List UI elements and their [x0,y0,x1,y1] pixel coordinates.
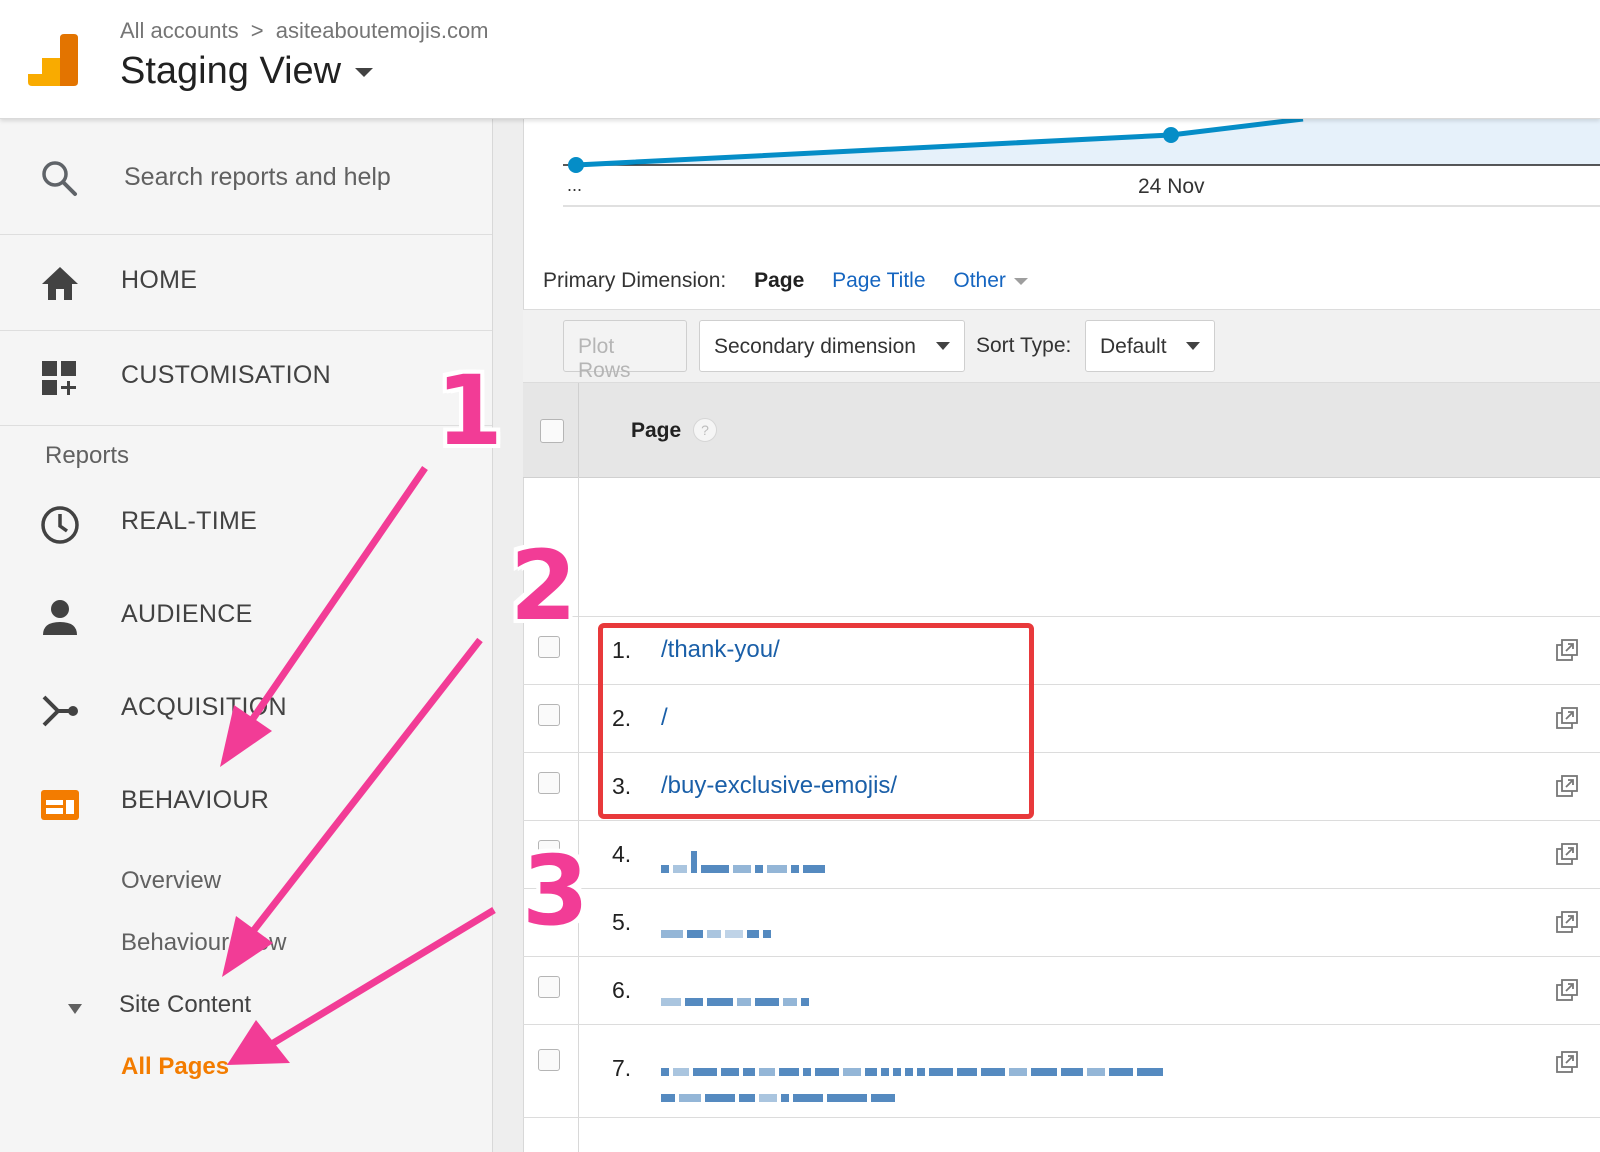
breadcrumb-chevron-icon: > [250,18,264,43]
chart-point [1163,127,1179,143]
table-row: 7. [523,1025,1600,1118]
sidebar-subitem-behaviour-flow[interactable]: Behaviour Flow [121,929,286,957]
behaviour-icon [40,784,80,824]
open-external-icon[interactable] [1556,707,1578,729]
sidebar-item-audience[interactable]: AUDIENCE [0,570,492,664]
highlight-box [598,623,1034,819]
step-marker-3: 3 [522,835,589,947]
expand-triangle-icon[interactable] [68,1004,82,1014]
pixelated-page-link[interactable] [661,925,775,943]
dimension-other[interactable]: Other [953,269,1006,292]
row-checkbox[interactable] [538,772,560,794]
open-external-icon[interactable] [1556,1051,1578,1073]
chart-x-label-start: ... [567,175,583,195]
chart-point [568,157,584,173]
secondary-dimension-dropdown[interactable]: Secondary dimension [699,320,965,372]
pixelated-page-link-continued [661,1089,899,1107]
primary-dimension-label: Primary Dimension: [543,269,727,292]
breadcrumb-all-accounts[interactable]: All accounts [120,18,239,43]
sidebar-item-label: CUSTOMISATION [121,361,331,389]
sidebar-item-label: ACQUISITION [121,693,287,721]
plot-rows-button[interactable]: Plot Rows [563,320,687,382]
dropdown-arrow-icon [1186,342,1200,350]
table-row: 4. [523,821,1600,889]
clock-icon [40,505,80,545]
home-icon [40,264,80,304]
open-external-icon[interactable] [1556,843,1578,865]
reports-section-heading: Reports [45,442,130,469]
pixelated-page-link[interactable] [661,1063,1521,1081]
column-header-page[interactable]: Page [631,419,681,443]
chart-x-label-date: 24 Nov [1138,175,1205,198]
view-title: Staging View [120,50,342,92]
row-number: 7. [612,1055,632,1081]
step-marker-1: 1 [436,355,503,467]
person-icon [40,598,80,638]
open-external-icon[interactable] [1556,639,1578,661]
table-header: Page ? [523,383,1600,478]
acquisition-fork-icon [40,691,80,731]
chevron-down-icon [1013,277,1028,285]
timeline-chart [563,119,1600,207]
sidebar-item-behaviour[interactable]: BEHAVIOUR [0,756,492,850]
sort-type-label: Sort Type: [976,334,1072,357]
breadcrumb-property[interactable]: asiteaboutemojis.com [276,18,489,43]
row-checkbox[interactable] [538,976,560,998]
sidebar-subitem-overview[interactable]: Overview [121,867,221,895]
breadcrumb: All accounts > asiteaboutemojis.com [120,18,489,44]
sidebar-search[interactable]: Search reports and help [0,119,492,235]
row-number: 5. [612,909,632,935]
sidebar-item-label: HOME [121,266,198,294]
sidebar-item-acquisition[interactable]: ACQUISITION [0,663,492,757]
row-number: 4. [612,841,632,867]
caret-down-icon [355,68,374,78]
select-all-checkbox[interactable] [540,419,564,443]
dimension-page-title[interactable]: Page Title [832,269,925,292]
sort-type-dropdown[interactable]: Default [1085,320,1215,372]
row-checkbox[interactable] [538,704,560,726]
dropdown-arrow-icon [936,342,950,350]
pixelated-page-link[interactable] [661,851,829,878]
view-selector[interactable]: Staging View [120,50,374,93]
sidebar-item-label: AUDIENCE [121,600,253,628]
row-checkbox[interactable] [538,1049,560,1071]
row-number: 6. [612,977,632,1003]
sidebar-item-label: BEHAVIOUR [121,786,270,814]
sidebar-item-home[interactable]: HOME [0,236,492,331]
header-checkbox-cell [523,383,579,477]
table-row: 6. [523,957,1600,1025]
sidebar-item-customisation[interactable]: CUSTOMISATION [0,331,492,426]
sidebar-item-realtime[interactable]: REAL-TIME [0,477,492,571]
table-toolbar: Plot Rows Secondary dimension Sort Type:… [523,309,1600,383]
secondary-dimension-label: Secondary dimension [714,335,916,358]
step-marker-2: 2 [510,530,577,642]
app-header: All accounts > asiteaboutemojis.com Stag… [0,0,1600,119]
open-external-icon[interactable] [1556,979,1578,1001]
dashboard-add-icon [40,359,80,399]
sidebar-subgroup-site-content[interactable]: Site Content [119,991,251,1019]
search-input[interactable]: Search reports and help [124,163,391,192]
help-icon[interactable]: ? [693,418,717,442]
dimension-page[interactable]: Page [754,269,804,292]
primary-dimension-bar: Primary Dimension: Page Page Title Other [543,269,1028,293]
search-icon [40,159,78,202]
analytics-logo-icon[interactable] [28,34,78,86]
sidebar: Search reports and help HOME CUSTOMISATI… [0,119,493,1152]
table-row: 5. [523,889,1600,957]
sort-type-value: Default [1100,335,1167,358]
open-external-icon[interactable] [1556,911,1578,933]
sidebar-subitem-all-pages[interactable]: All Pages [121,1053,229,1081]
open-external-icon[interactable] [1556,775,1578,797]
pixelated-page-link[interactable] [661,993,813,1011]
sidebar-item-label: REAL-TIME [121,507,258,535]
table-summary-area [523,478,1600,617]
